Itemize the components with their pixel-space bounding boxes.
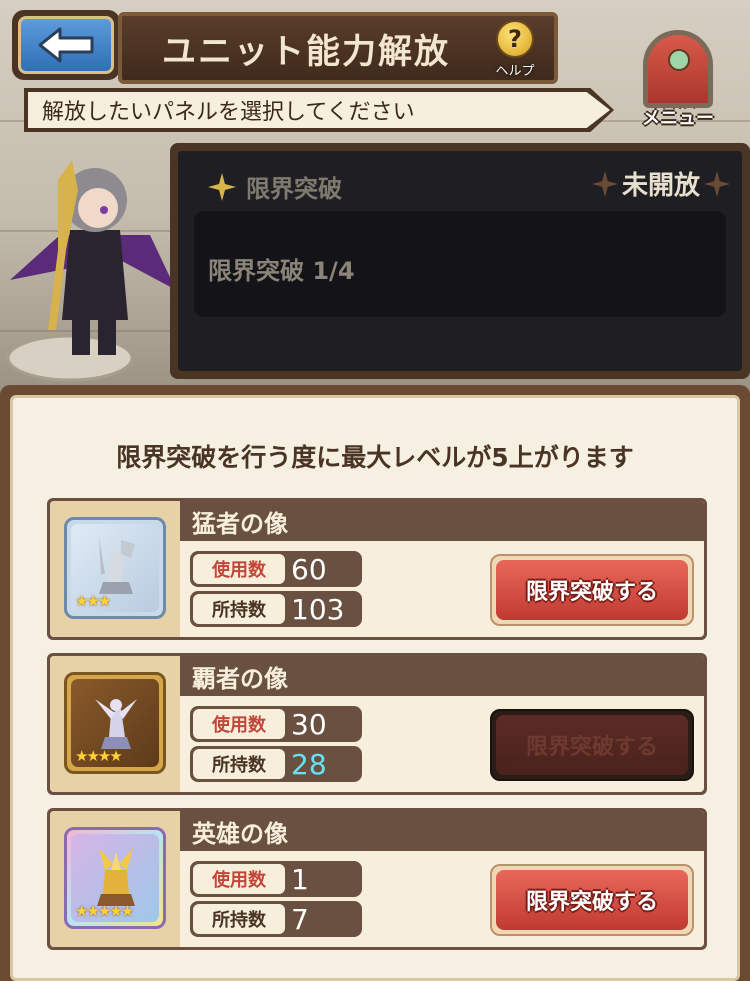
sparkle-icon bbox=[591, 170, 618, 197]
material-panel: 限界突破を行う度に最大レベルが5上がります 猛者の像 ★★★ 使用数 60 所持… bbox=[0, 385, 750, 981]
owned-count: 所持数 103 bbox=[190, 591, 362, 627]
help-label: ヘルプ bbox=[495, 64, 535, 79]
owned-count: 所持数 7 bbox=[190, 901, 362, 937]
status-badge: 未開放 bbox=[591, 165, 730, 202]
owned-count: 所持数 28 bbox=[190, 746, 362, 782]
item-name: 英雄の像 bbox=[192, 819, 288, 848]
use-count: 使用数 1 bbox=[190, 861, 362, 897]
list-item: 猛者の像 ★★★ 使用数 60 所持数 103 限界突破する bbox=[47, 498, 707, 640]
rarity-stars: ★★★★ bbox=[75, 747, 123, 765]
back-arrow-icon bbox=[38, 27, 94, 63]
back-button[interactable] bbox=[12, 10, 120, 80]
use-count: 使用数 30 bbox=[190, 706, 362, 742]
list-item: 覇者の像 ★★★★ 使用数 30 所持数 28 限界突破する bbox=[47, 653, 707, 795]
limit-break-button[interactable]: 限界突破する bbox=[490, 554, 694, 626]
rarity-stars: ★★★★★ bbox=[75, 902, 134, 920]
limit-break-info-panel: 限界突破 未開放 限界突破 1/4 bbox=[170, 143, 750, 379]
unit-character bbox=[0, 140, 176, 390]
door-icon bbox=[643, 30, 713, 108]
adventure-menu-button[interactable]: 冒険 メニュー bbox=[620, 30, 736, 140]
help-icon: ? bbox=[496, 20, 534, 58]
panel-description: 限界突破を行う度に最大レベルが5上がります bbox=[116, 443, 634, 472]
list-item: 英雄の像 ★★★★★ 使用数 1 所持数 7 限界突破する bbox=[47, 808, 707, 950]
statue-icon: ★★★ bbox=[64, 517, 166, 619]
limit-break-button[interactable]: 限界突破する bbox=[490, 864, 694, 936]
statue-icon: ★★★★ bbox=[64, 672, 166, 774]
limit-break-button-disabled[interactable]: 限界突破する bbox=[490, 709, 694, 781]
instruction-text: 解放したいパネルを選択してください bbox=[42, 100, 415, 125]
info-detail-box: 限界突破 1/4 bbox=[194, 211, 726, 317]
instruction-bar: 解放したいパネルを選択してください bbox=[24, 88, 614, 132]
item-name: 猛者の像 bbox=[192, 509, 288, 538]
rarity-stars: ★★★ bbox=[75, 592, 111, 610]
page-title: ユニット能力解放 bbox=[162, 31, 450, 72]
item-name: 覇者の像 bbox=[192, 664, 288, 693]
statue-icon: ★★★★★ bbox=[64, 827, 166, 929]
help-button[interactable]: ? ヘルプ bbox=[485, 20, 545, 80]
info-detail: 限界突破 1/4 bbox=[208, 257, 355, 285]
use-count: 使用数 60 bbox=[190, 551, 362, 587]
info-heading: 限界突破 bbox=[246, 175, 342, 203]
sparkle-icon bbox=[704, 170, 730, 197]
sparkle-icon bbox=[208, 172, 236, 201]
